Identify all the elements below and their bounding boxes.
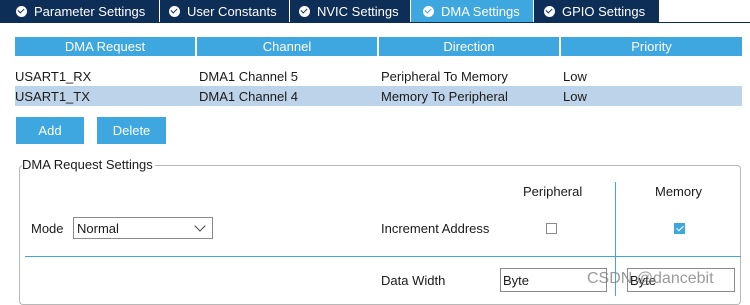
check-circle-icon [299,5,310,17]
tab-label: User Constants [187,3,277,19]
cell-direction: Peripheral To Memory [381,68,508,84]
tab-label: NVIC Settings [317,3,399,19]
column-header-priority[interactable]: Priority [561,37,742,56]
mode-select-value: Normal [77,220,119,236]
add-button[interactable]: Add [16,117,84,144]
mode-select[interactable]: Normal [73,217,213,239]
check-circle-icon [544,5,555,17]
mode-label: Mode [31,221,64,236]
tab-gpio-settings[interactable]: GPIO Settings [534,0,660,22]
cell-priority: Low [563,68,587,84]
data-width-label: Data Width [381,273,446,288]
table-row-selected[interactable]: USART1_TX DMA1 Channel 4 Memory To Perip… [15,86,742,106]
increment-memory-checkbox[interactable] [674,223,685,234]
dma-request-table: DMA Request Channel Direction Priority U… [15,37,742,106]
column-header-channel[interactable]: Channel [197,37,379,56]
check-circle-icon [423,5,434,17]
tab-label: DMA Settings [441,3,520,19]
increment-address-label: Increment Address [381,221,490,236]
cell-dma-request: USART1_TX [15,88,90,104]
tab-user-constants[interactable]: User Constants [160,0,290,22]
check-circle-icon [169,5,180,17]
watermark-text: CSDN @dancebit [587,270,714,287]
tab-parameter-settings[interactable]: Parameter Settings [0,0,160,22]
column-header-dma-request[interactable]: DMA Request [15,37,197,56]
tab-bar: Parameter Settings User Constants NVIC S… [0,0,750,23]
delete-button[interactable]: Delete [97,117,166,144]
row-divider [25,256,741,257]
cell-priority: Low [563,88,587,104]
cell-direction: Memory To Peripheral [381,88,508,104]
table-header: DMA Request Channel Direction Priority [15,37,742,56]
check-circle-icon [16,5,27,17]
chevron-down-icon [194,220,206,232]
tab-nvic-settings[interactable]: NVIC Settings [290,0,411,22]
cell-dma-request: USART1_RX [15,68,92,84]
tab-label: GPIO Settings [562,3,646,19]
cell-channel: DMA1 Channel 4 [199,88,298,104]
tab-label: Parameter Settings [34,3,146,19]
memory-column-label: Memory [655,184,702,199]
tab-dma-settings[interactable]: DMA Settings [411,0,534,22]
peripheral-column-label: Peripheral [523,184,583,199]
table-row[interactable]: USART1_RX DMA1 Channel 5 Peripheral To M… [15,66,742,86]
column-header-direction[interactable]: Direction [379,37,561,56]
data-width-peripheral-value: Byte [503,272,530,288]
increment-peripheral-checkbox[interactable] [546,223,557,234]
cell-channel: DMA1 Channel 5 [199,68,298,84]
group-title: DMA Request Settings [22,157,155,172]
